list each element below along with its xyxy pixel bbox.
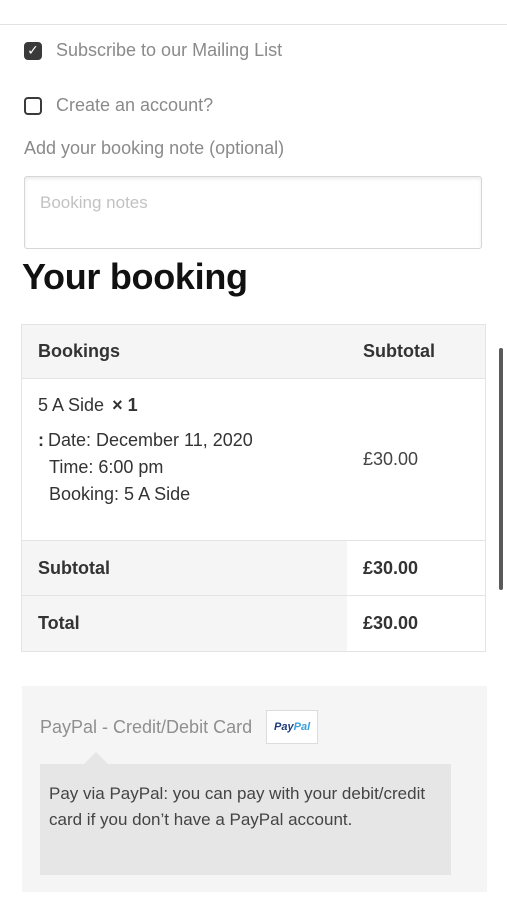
total-label: Total xyxy=(22,596,347,651)
item-time: Time: 6:00 pm xyxy=(49,457,164,477)
subtotal-value: £30.00 xyxy=(347,541,485,595)
item-name: 5 A Side xyxy=(38,395,105,415)
total-value: £30.00 xyxy=(347,596,485,651)
table-header-row: Bookings Subtotal xyxy=(22,325,485,379)
create-account-option[interactable]: Create an account? xyxy=(24,95,213,116)
item-quantity: × 1 xyxy=(112,395,138,415)
subscribe-label: Subscribe to our Mailing List xyxy=(56,40,283,60)
booking-note-label: Add your booking note (optional) xyxy=(24,138,285,158)
paypal-payment-option[interactable]: PayPal - Credit/Debit Card Pay Pal xyxy=(40,710,319,744)
booking-item-details: 5 A Side × 1 : Date: December 11, 2020 Tim… xyxy=(22,379,347,508)
header-subtotal: Subtotal xyxy=(363,341,435,361)
booking-notes-placeholder: Booking notes xyxy=(40,193,148,212)
subtotal-label: Subtotal xyxy=(22,541,347,595)
total-row: Total £30.00 xyxy=(22,596,485,651)
your-booking-heading: Your booking xyxy=(22,256,248,297)
paypal-method-label: PayPal - Credit/Debit Card xyxy=(40,716,253,737)
header-bookings: Bookings xyxy=(38,341,121,361)
table-row: 5 A Side × 1 : Date: December 11, 2020 Tim… xyxy=(22,379,485,541)
booking-notes-textarea[interactable]: Booking notes xyxy=(24,176,482,249)
paypal-logo-icon: Pay Pal xyxy=(266,710,319,744)
subscribe-option[interactable]: ✓ Subscribe to our Mailing List xyxy=(24,40,282,61)
paypal-description: Pay via PayPal: you can pay with your de… xyxy=(40,752,451,875)
create-account-checkbox[interactable] xyxy=(24,96,42,115)
subtotal-row: Subtotal £30.00 xyxy=(22,541,485,596)
item-price: £30.00 xyxy=(363,449,419,469)
subscribe-checkbox[interactable]: ✓ xyxy=(24,41,42,60)
item-meta: : Date: December 11, 2020 Time: 6:00 pm B… xyxy=(38,427,347,508)
item-date: Date: December 11, 2020 xyxy=(48,430,253,450)
item-booking: Booking: 5 A Side xyxy=(49,484,191,504)
payment-methods: PayPal - Credit/Debit Card Pay Pal Pay vi… xyxy=(22,686,487,892)
top-divider xyxy=(0,24,507,25)
meta-colon: : xyxy=(38,430,44,450)
booking-summary-table: Bookings Subtotal 5 A Side × 1 : Date: Dec… xyxy=(21,324,486,652)
create-account-label: Create an account? xyxy=(56,95,214,115)
page-scrollbar[interactable] xyxy=(499,348,503,590)
checkmark-icon: ✓ xyxy=(27,42,39,59)
